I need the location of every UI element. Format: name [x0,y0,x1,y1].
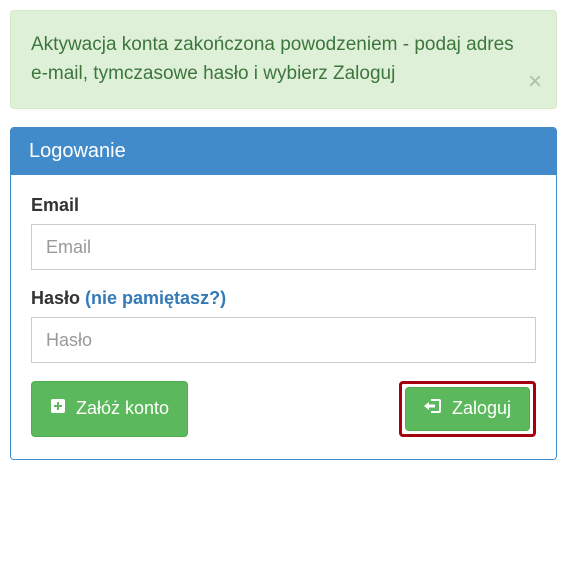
email-group: Email [31,195,536,270]
button-row: Załóż konto Zaloguj [31,381,536,437]
success-alert: Aktywacja konta zakończona powodzeniem -… [10,10,557,109]
password-label: Hasło (nie pamiętasz?) [31,288,536,309]
panel-title: Logowanie [11,128,556,175]
password-label-text: Hasło [31,288,85,308]
login-button[interactable]: Zaloguj [405,387,530,431]
password-field[interactable] [31,317,536,363]
alert-message: Aktywacja konta zakończona powodzeniem -… [31,34,514,84]
email-label: Email [31,195,536,216]
login-label: Zaloguj [452,398,511,420]
email-field[interactable] [31,224,536,270]
create-account-label: Załóż konto [76,398,169,420]
close-icon: × [528,70,542,94]
login-panel: Logowanie Email Hasło (nie pamiętasz?) [10,127,557,460]
alert-close-button[interactable]: × [528,70,542,94]
forgot-password-link[interactable]: (nie pamiętasz?) [85,288,226,308]
sign-in-icon [424,398,442,420]
password-group: Hasło (nie pamiętasz?) [31,288,536,363]
login-highlight: Zaloguj [399,381,536,437]
plus-square-icon [50,398,66,420]
create-account-button[interactable]: Załóż konto [31,381,188,437]
panel-body: Email Hasło (nie pamiętasz?) Załóż konto [11,175,556,459]
